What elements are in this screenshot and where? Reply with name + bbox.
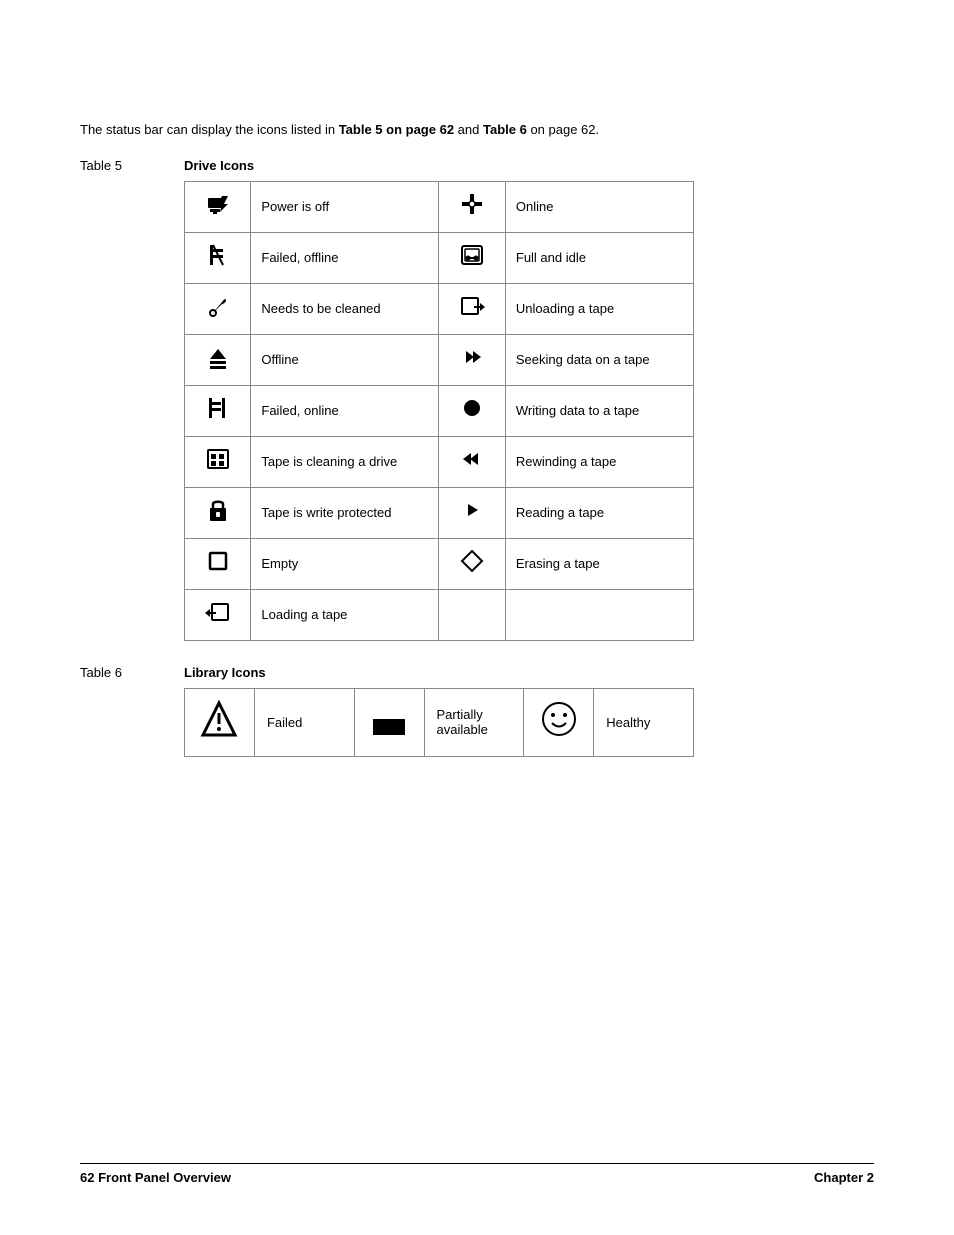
label-partially-available: Partiallyavailable <box>424 688 524 756</box>
intro-text-part3: on page 62. <box>527 122 599 137</box>
table5-label: Table 5 <box>80 158 184 173</box>
label-offline: Offline <box>251 334 439 385</box>
table-row: Empty Erasing a tape <box>185 538 694 589</box>
table-row: Needs to be cleaned Unloading a tape <box>185 283 694 334</box>
table6-section: Table 6 Library Icons Failed <box>80 665 874 757</box>
ref1: Table 5 on page 62 <box>339 122 454 137</box>
icon-write-protected <box>185 487 251 538</box>
label-empty-right <box>505 589 693 640</box>
intro-text-part1: The status bar can display the icons lis… <box>80 122 339 137</box>
library-icons-table: Failed Partiallyavailable <box>184 688 694 757</box>
intro-text-part2: and <box>454 122 483 137</box>
label-failed-lib: Failed <box>254 688 354 756</box>
icon-full-idle <box>439 232 505 283</box>
icon-partially-available <box>354 688 424 756</box>
icon-online <box>439 181 505 232</box>
icon-offline <box>185 334 251 385</box>
icon-empty <box>185 538 251 589</box>
icon-rewinding <box>439 436 505 487</box>
label-writing: Writing data to a tape <box>505 385 693 436</box>
table5-title: Drive Icons <box>184 158 254 173</box>
label-unloading: Unloading a tape <box>505 283 693 334</box>
drive-icons-table: Power is off Online <box>184 181 694 641</box>
icon-empty-right <box>439 589 505 640</box>
icon-power-off <box>185 181 251 232</box>
label-full-idle: Full and idle <box>505 232 693 283</box>
table6-header: Table 6 Library Icons <box>80 665 874 680</box>
label-seeking: Seeking data on a tape <box>505 334 693 385</box>
table-row: Offline Seeking data on a tape <box>185 334 694 385</box>
icon-writing <box>439 385 505 436</box>
label-cleaning: Tape is cleaning a drive <box>251 436 439 487</box>
table-row: Loading a tape <box>185 589 694 640</box>
table-row: Failed Partiallyavailable <box>185 688 694 756</box>
table-row: Tape is cleaning a drive Rewinding a tap… <box>185 436 694 487</box>
table-row: Tape is write protected Reading a tape <box>185 487 694 538</box>
label-loading: Loading a tape <box>251 589 439 640</box>
label-power-off: Power is off <box>251 181 439 232</box>
icon-seeking <box>439 334 505 385</box>
table-row: Failed, online Writing data to a tape <box>185 385 694 436</box>
icon-reading <box>439 487 505 538</box>
icon-failed-offline <box>185 232 251 283</box>
footer-right: Chapter 2 <box>814 1170 874 1185</box>
table-row: Power is off Online <box>185 181 694 232</box>
page-footer: 62 Front Panel Overview Chapter 2 <box>80 1163 874 1185</box>
label-reading: Reading a tape <box>505 487 693 538</box>
table6-title: Library Icons <box>184 665 266 680</box>
label-write-protected: Tape is write protected <box>251 487 439 538</box>
icon-failed-lib <box>185 688 255 756</box>
label-rewinding: Rewinding a tape <box>505 436 693 487</box>
label-online: Online <box>505 181 693 232</box>
icon-erasing <box>439 538 505 589</box>
icon-cleaning <box>185 436 251 487</box>
label-failed-online: Failed, online <box>251 385 439 436</box>
table5-header: Table 5 Drive Icons <box>80 158 874 173</box>
label-erasing: Erasing a tape <box>505 538 693 589</box>
table-row: Failed, offline Full and idle <box>185 232 694 283</box>
label-healthy: Healthy <box>594 688 694 756</box>
icon-loading <box>185 589 251 640</box>
table5-section: Table 5 Drive Icons Power is off <box>80 158 874 641</box>
footer-left: 62 Front Panel Overview <box>80 1170 231 1185</box>
label-empty: Empty <box>251 538 439 589</box>
icon-failed-online <box>185 385 251 436</box>
icon-needs-cleaned <box>185 283 251 334</box>
table6-label: Table 6 <box>80 665 184 680</box>
icon-healthy <box>524 688 594 756</box>
label-failed-offline: Failed, offline <box>251 232 439 283</box>
intro-text: The status bar can display the icons lis… <box>80 120 780 140</box>
icon-unloading <box>439 283 505 334</box>
ref2: Table 6 <box>483 122 527 137</box>
label-needs-cleaned: Needs to be cleaned <box>251 283 439 334</box>
